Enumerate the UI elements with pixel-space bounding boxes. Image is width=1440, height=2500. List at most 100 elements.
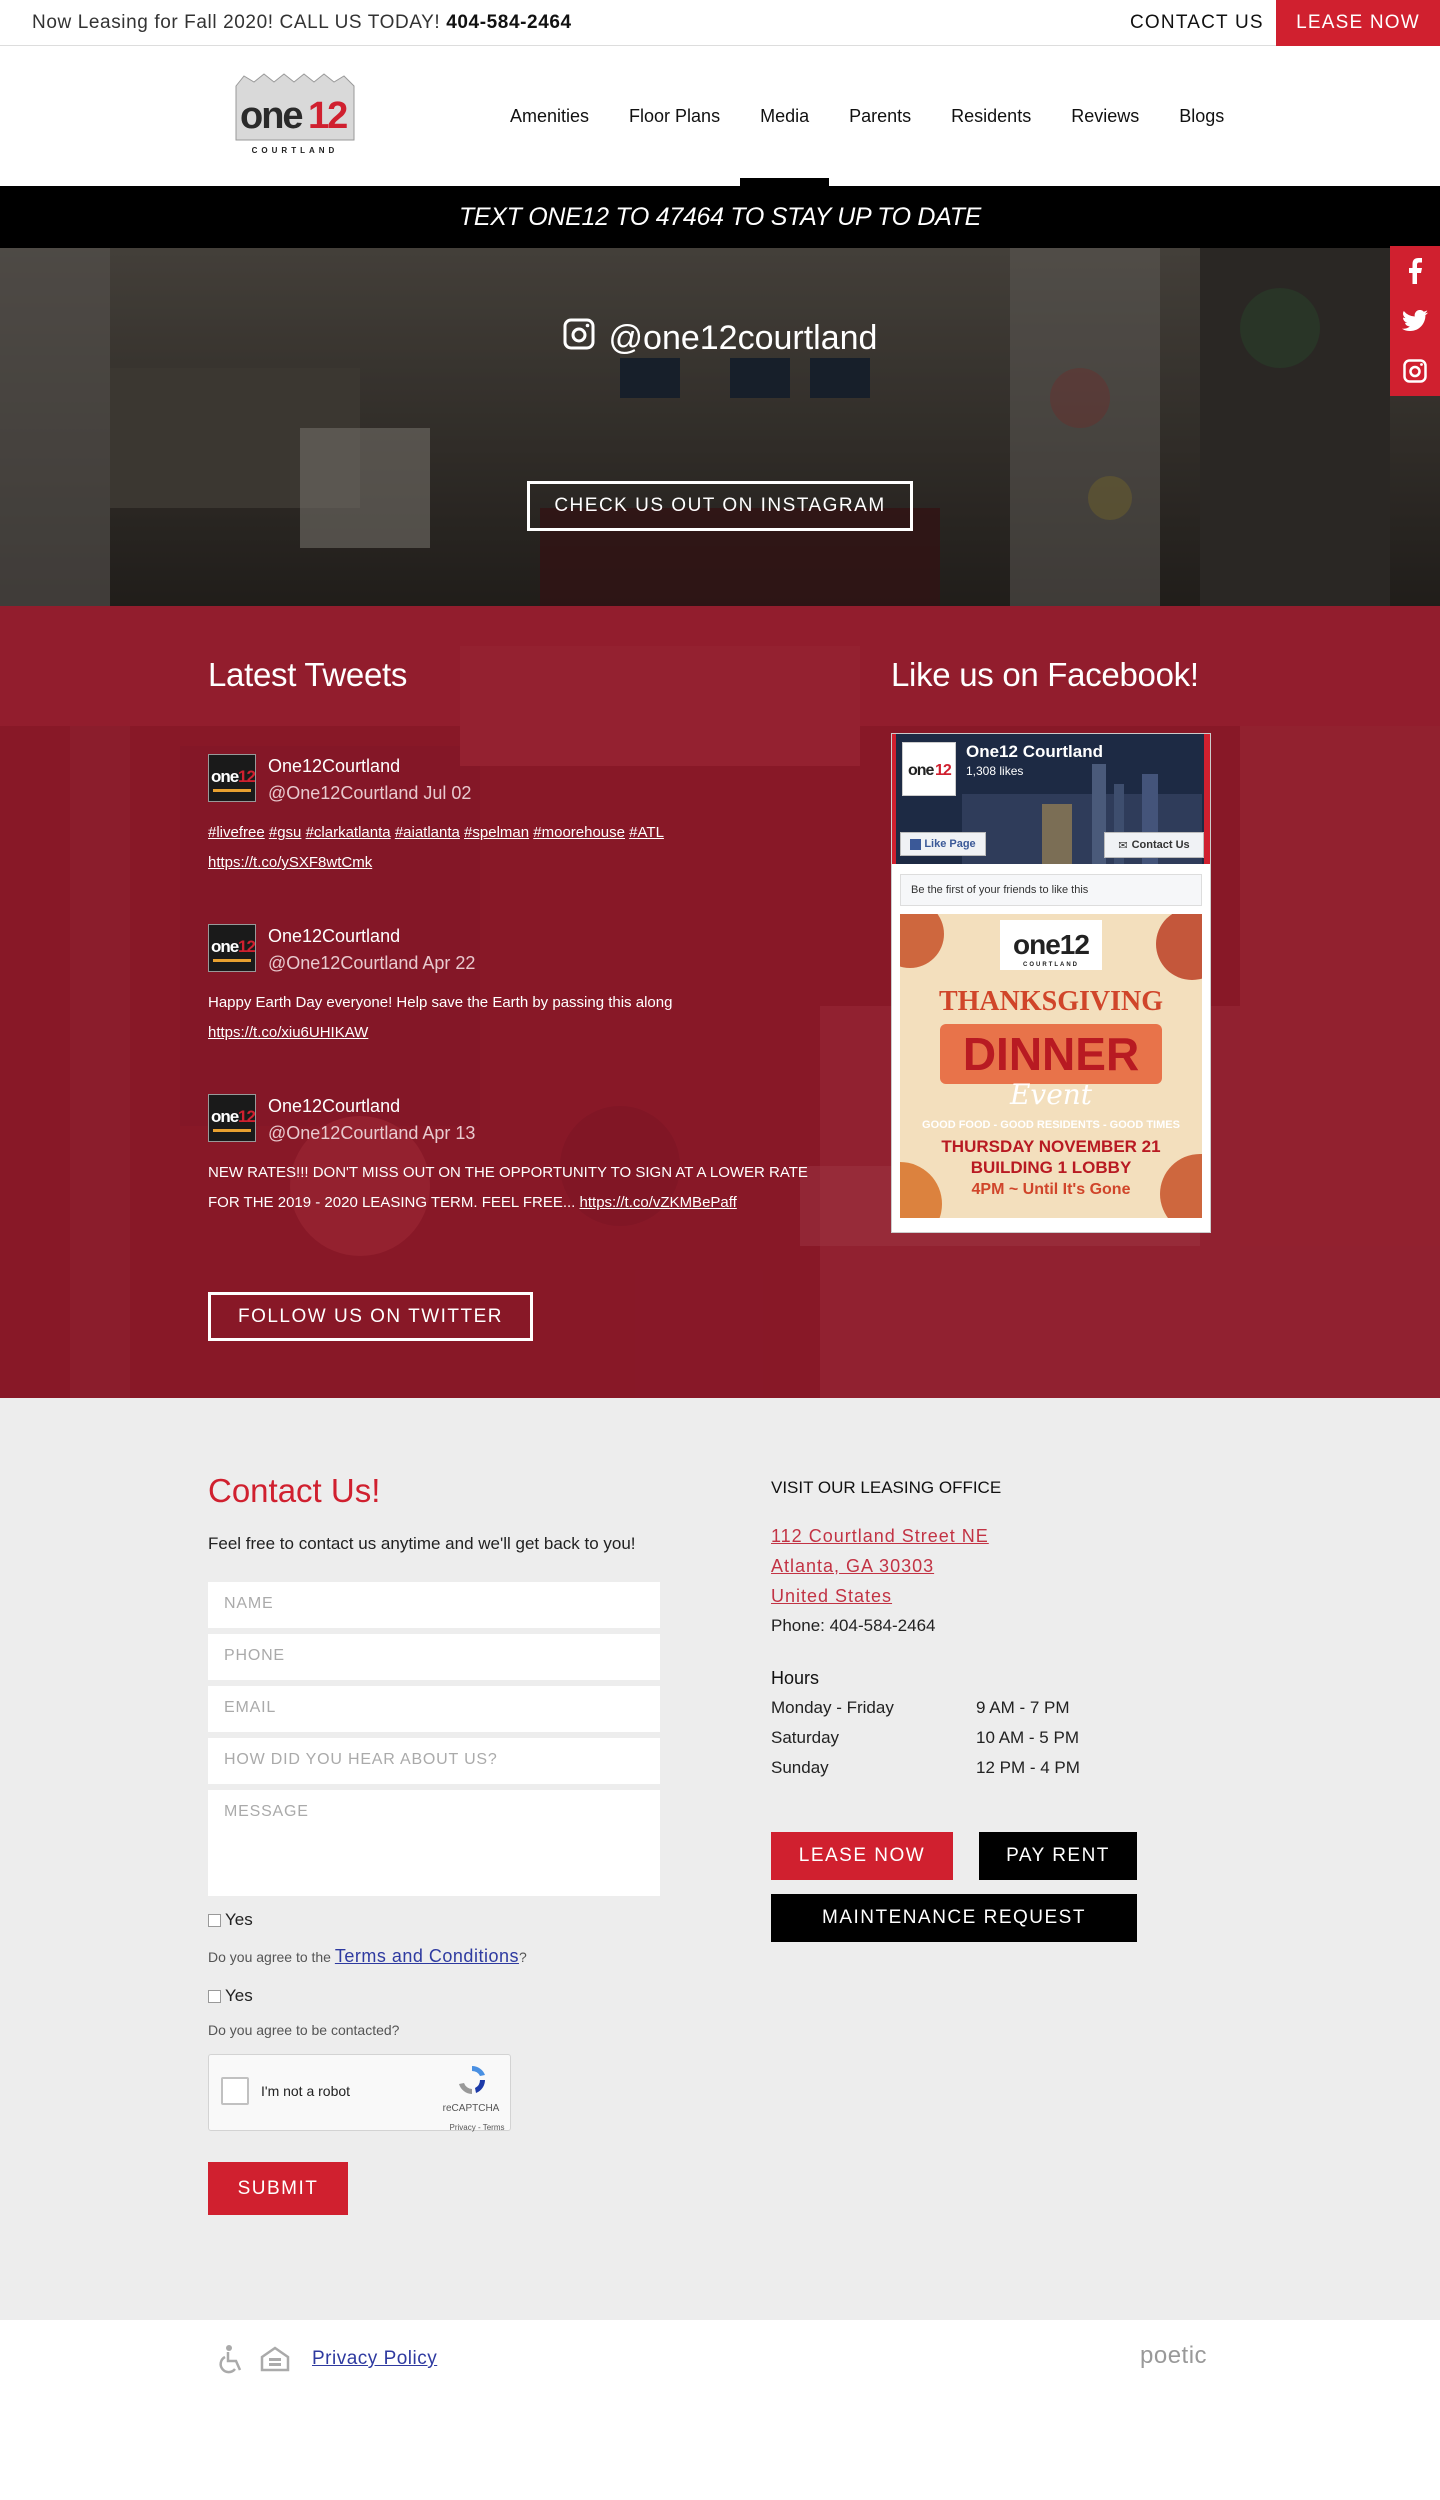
tweet-avatar[interactable]: one 12 [208,754,256,802]
tweet-link[interactable]: https://t.co/vZKMBePaff [580,1194,737,1211]
facebook-contact-button[interactable]: ✉ Contact Us [1104,832,1204,858]
recaptcha-widget: I'm not a robot reCAPTCHA Privacy - Term… [208,2054,511,2132]
svg-text:12: 12 [238,937,255,956]
top-bar: Now Leasing for Fall 2020! CALL US TODAY… [0,0,1440,46]
tweet-handle-date: @One12Courtland Jul 02 [268,783,472,803]
contact-checkbox-row: Yes [208,1986,253,2006]
facebook-icon[interactable] [1390,246,1440,296]
facebook-likes: 1,308 likes [966,764,1024,778]
hours-heading: Hours [771,1668,820,1688]
tweet-body: #livefree #gsu #clarkatlanta #aiatlanta … [208,818,848,878]
announcement-phone[interactable]: 404-584-2464 [446,12,572,33]
facebook-heading: Like us on Facebook! [891,656,1199,693]
svg-text:12: 12 [935,762,952,779]
nav-reviews[interactable]: Reviews [1051,46,1159,186]
tweet-text: Happy Earth Day everyone! Help save the … [208,994,673,1011]
facebook-like-button[interactable]: Like Page [900,832,986,856]
hashtag-link[interactable]: #aiatlanta [395,824,460,841]
tweet-item: one 12 One12Courtland @One12Courtland Jul… [208,754,828,884]
tweet-handle-date: @One12Courtland Apr 22 [268,953,476,973]
submit-button[interactable]: SUBMIT [208,2162,348,2215]
terms-checkbox-row: Yes [208,1910,253,1930]
main-nav: Amenities Floor Plans Media Parents Resi… [490,46,1244,186]
facebook-icon [910,838,922,850]
lease-now-button[interactable]: LEASE NOW [1276,0,1440,46]
social-feed-section: Latest Tweets one 12 One12Courtland @One1… [0,606,1440,1398]
hashtag-link[interactable]: #livefree [208,824,265,841]
name-field[interactable]: NAME [208,1582,660,1628]
office-lease-now-button[interactable]: LEASE NOW [771,1832,953,1880]
nav-media[interactable]: Media [740,46,830,186]
tweet-link[interactable]: https://t.co/ySXF8wtCmk [208,854,372,871]
hashtag-link[interactable]: #gsu [269,824,302,841]
tweet-body: Happy Earth Day everyone! Help save the … [208,988,848,1048]
email-field[interactable]: EMAIL [208,1686,660,1732]
poster-date: THURSDAY NOVEMBER 21 [941,1137,1160,1156]
nav-amenities[interactable]: Amenities [490,46,609,186]
address-line[interactable]: 112 Courtland Street NE [771,1526,989,1547]
hashtag-link[interactable]: #moorehouse [533,824,625,841]
announcement-text: Now Leasing for Fall 2020! CALL US TODAY… [32,12,441,33]
instagram-hero: @one12courtland CHECK US OUT ON INSTAGRA… [0,248,1440,606]
hashtag-link[interactable]: #clarkatlanta [306,824,391,841]
address-line[interactable]: United States [771,1586,892,1607]
terms-link[interactable]: Terms and Conditions [335,1946,519,1966]
referral-field[interactable]: HOW DID YOU HEAR ABOUT US? [208,1738,660,1784]
message-field[interactable]: MESSAGE [208,1790,660,1896]
address-line[interactable]: Atlanta, GA 30303 [771,1556,934,1577]
tweet-author[interactable]: One12Courtland [268,1096,400,1117]
maintenance-request-button[interactable]: MAINTENANCE REQUEST [771,1894,1137,1942]
tweet-item: one 12 One12Courtland @One12Courtland Apr… [208,1094,828,1234]
instagram-icon [563,318,595,359]
recaptcha-checkbox[interactable] [221,2077,249,2105]
hashtag-link[interactable]: #spelman [464,824,529,841]
nav-blogs[interactable]: Blogs [1159,46,1244,186]
office-heading: VISIT OUR LEASING OFFICE [771,1478,1002,1497]
instagram-button[interactable]: CHECK US OUT ON INSTAGRAM [527,481,913,531]
contact-us-link[interactable]: CONTACT US [1130,12,1264,34]
pay-rent-button[interactable]: PAY RENT [979,1832,1137,1880]
site-header: one 12 COURTLAND Amenities Floor Plans M… [0,46,1440,186]
phone-field[interactable]: PHONE [208,1634,660,1680]
facebook-friends-text: Be the first of your friends to like thi… [900,874,1202,906]
svg-text:12: 12 [238,1107,255,1126]
thanksgiving-poster[interactable]: one12 COURTLAND THANKSGIVING DINNER Even… [900,914,1202,1218]
hashtag-link[interactable]: #ATL [629,824,664,841]
tweet-avatar[interactable]: one 12 [208,924,256,972]
poster-time: 4PM ~ Until It's Gone [972,1181,1131,1198]
tweet-author[interactable]: One12Courtland [268,926,400,947]
tweet-author[interactable]: One12Courtland [268,756,400,777]
facebook-cover: one 12 One12 Courtland 1,308 likes Like P… [892,734,1210,864]
svg-text:one: one [908,762,935,779]
follow-twitter-button[interactable]: FOLLOW US ON TWITTER [208,1292,533,1341]
svg-text:12: 12 [238,767,255,786]
recaptcha-links[interactable]: Privacy - Terms [447,2123,507,2132]
terms-note: Do you agree to the Terms and Conditions… [208,1946,527,1966]
tweet-link[interactable]: https://t.co/xiu6UHIKAW [208,1024,368,1041]
contact-checkbox[interactable] [208,1989,221,2003]
site-logo[interactable]: one 12 COURTLAND [232,70,358,156]
site-footer: Privacy Policy poetic [0,2320,1440,2500]
nav-floor-plans[interactable]: Floor Plans [609,46,740,186]
tweets-heading: Latest Tweets [208,656,408,693]
poetic-brand[interactable]: poetic [1140,2342,1207,2370]
terms-checkbox[interactable] [208,1913,221,1927]
privacy-policy-link[interactable]: Privacy Policy [312,2348,437,2370]
contact-section: Contact Us! Feel free to contact us anyt… [0,1398,1440,2320]
facebook-widget: one 12 One12 Courtland 1,308 likes Like P… [891,733,1211,1233]
accessibility-icon [218,2344,248,2379]
svg-text:one: one [211,767,239,786]
hours-row: Monday - Friday 9 AM - 7 PM [771,1698,1070,1717]
facebook-page-name[interactable]: One12 Courtland [966,742,1103,762]
poster-logo: one12 [1013,929,1089,960]
contact-heading: Contact Us! [208,1472,381,1509]
twitter-icon[interactable] [1390,296,1440,346]
instagram-icon[interactable] [1390,346,1440,396]
tweet-avatar[interactable]: one 12 [208,1094,256,1142]
facebook-page-avatar[interactable]: one 12 [902,742,956,796]
nav-residents[interactable]: Residents [931,46,1051,186]
recaptcha-brand: reCAPTCHA [442,2103,500,2114]
instagram-handle: @one12courtland [0,318,1440,359]
nav-parents[interactable]: Parents [829,46,931,186]
poster-tagline: GOOD FOOD - GOOD RESIDENTS - GOOD TIMES [922,1119,1180,1131]
